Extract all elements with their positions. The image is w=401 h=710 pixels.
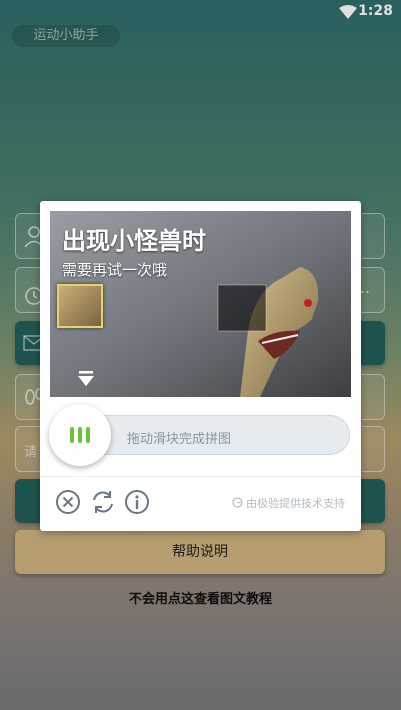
brand-credit: 由极验提供技术支持 xyxy=(231,495,345,511)
puzzle-subtitle: 需要再试一次哦 xyxy=(62,261,168,279)
grip-bar xyxy=(70,427,74,443)
geetest-logo-icon xyxy=(231,497,243,508)
puzzle-title: 出现小怪兽时 xyxy=(62,227,206,255)
grip-bar xyxy=(86,427,90,443)
info-icon[interactable] xyxy=(124,489,150,515)
captcha-dialog: 出现小怪兽时 需要再试一次哦 拖动滑块完成拼图 由极验提供技术支持 xyxy=(40,201,361,531)
puzzle-image: 出现小怪兽时 需要再试一次哦 xyxy=(50,211,351,397)
brand-text: 由极验提供技术支持 xyxy=(246,497,345,510)
close-icon[interactable] xyxy=(55,489,81,515)
refresh-icon[interactable] xyxy=(90,489,116,515)
down-arrow-icon xyxy=(78,371,94,386)
divider xyxy=(40,476,361,477)
slider-hint: 拖动滑块完成拼图 xyxy=(127,432,232,447)
slider-knob[interactable] xyxy=(49,404,111,466)
puzzle-piece xyxy=(57,284,103,328)
grip-bar xyxy=(78,427,82,443)
